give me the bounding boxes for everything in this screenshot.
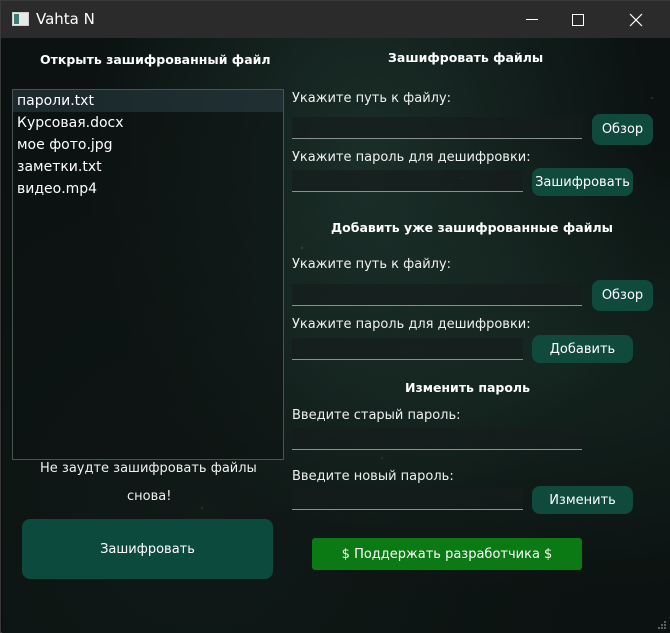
open-encrypted-heading: Открыть зашифрованный файл: [40, 52, 271, 67]
app-window: Vahta N Открыть зашифрованный файл парол…: [0, 0, 670, 633]
title-bar[interactable]: Vahta N: [1, 1, 670, 38]
add-password-input[interactable]: [292, 338, 523, 360]
encrypt-submit-button[interactable]: Зашифровать: [532, 168, 633, 196]
reminder-text-line1: Не заудте зашифровать файлы: [40, 461, 257, 476]
old-password-input[interactable]: [292, 428, 582, 450]
encrypt-password-input[interactable]: [292, 170, 523, 192]
encrypt-password-label: Укажите пароль для дешифровки:: [292, 150, 531, 165]
add-path-input[interactable]: [292, 284, 582, 306]
add-browse-button[interactable]: Обзор: [592, 280, 653, 311]
minimize-icon: [526, 19, 538, 20]
encrypt-path-label: Укажите путь к файлу:: [292, 91, 452, 106]
resize-grip-icon[interactable]: [657, 620, 667, 630]
close-button[interactable]: [613, 1, 659, 38]
maximize-button[interactable]: [555, 1, 601, 38]
list-item[interactable]: пароли.txt: [13, 90, 283, 112]
new-password-label: Введите новый пароль:: [292, 469, 454, 484]
minimize-button[interactable]: [509, 1, 555, 38]
encrypt-path-input[interactable]: [292, 117, 582, 139]
change-password-heading: Изменить пароль: [405, 380, 530, 395]
app-icon: [12, 12, 29, 26]
encrypt-opened-button[interactable]: Зашифровать: [22, 519, 273, 579]
add-password-label: Укажите пароль для дешифровки:: [292, 317, 531, 332]
main-content: Открыть зашифрованный файл пароли.txt Ку…: [2, 38, 670, 633]
add-section-heading: Добавить уже зашифрованные файлы: [331, 220, 613, 235]
list-item[interactable]: Курсовая.docx: [13, 112, 283, 134]
list-item[interactable]: мое фото.jpg: [13, 134, 283, 156]
maximize-icon: [572, 13, 584, 26]
encrypt-section-heading: Зашифровать файлы: [388, 50, 544, 65]
list-item[interactable]: видео.mp4: [13, 178, 283, 200]
donate-button[interactable]: $ Поддержать разработчика $: [312, 538, 582, 570]
change-password-button[interactable]: Изменить: [532, 486, 633, 514]
file-list[interactable]: пароли.txt Курсовая.docx мое фото.jpg за…: [12, 89, 284, 460]
close-icon: [629, 13, 643, 26]
add-path-label: Укажите путь к файлу:: [292, 257, 452, 272]
reminder-text-line2: снова!: [127, 489, 172, 504]
add-submit-button[interactable]: Добавить: [532, 335, 633, 363]
old-password-label: Введите старый пароль:: [292, 408, 461, 423]
new-password-input[interactable]: [292, 488, 523, 510]
list-item[interactable]: заметки.txt: [13, 156, 283, 178]
encrypt-browse-button[interactable]: Обзор: [592, 114, 653, 145]
window-title: Vahta N: [36, 10, 95, 28]
